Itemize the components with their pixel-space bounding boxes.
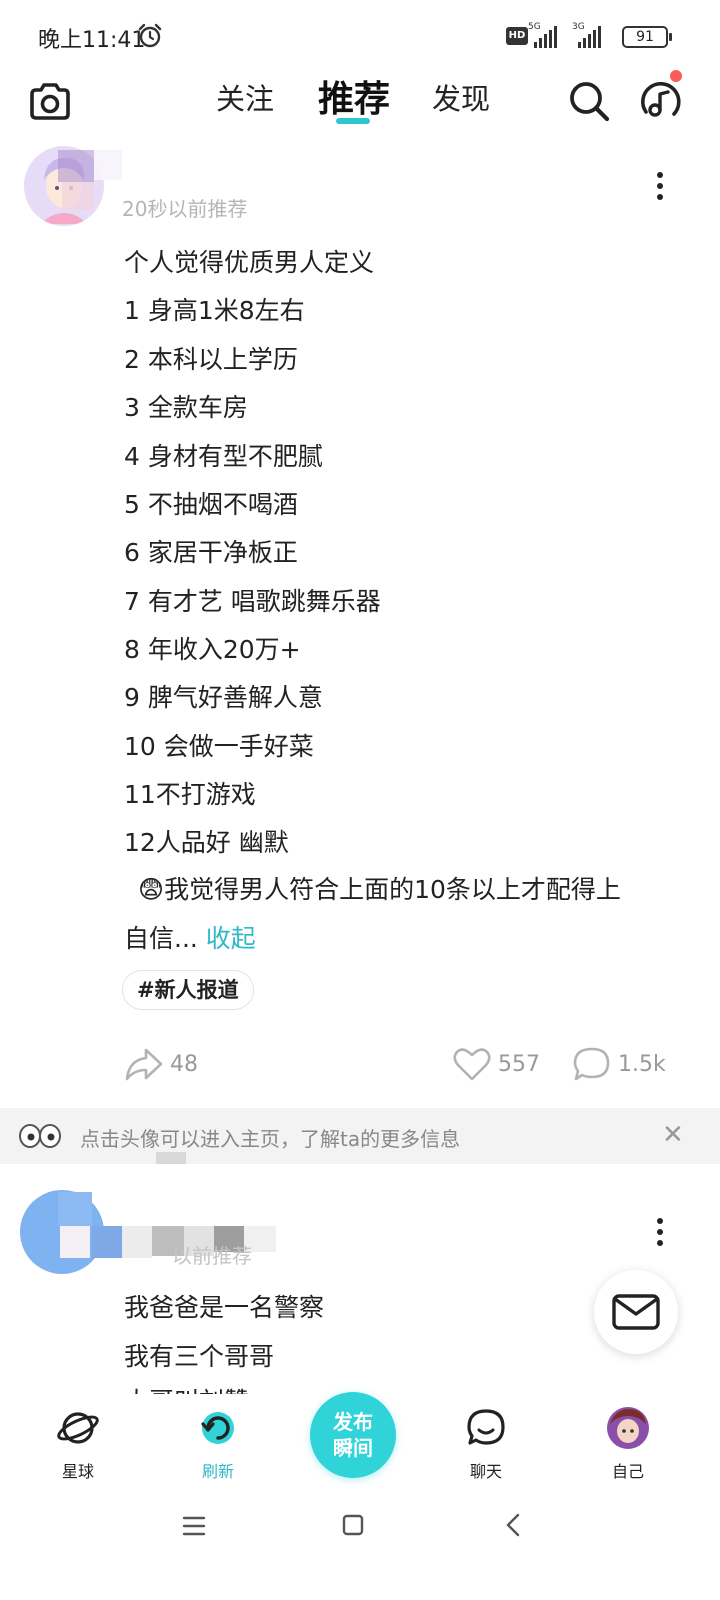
post-text-line: 1 身高1米8左右 [124, 296, 305, 325]
post-text-line: 自信... 收起 [124, 919, 256, 955]
menu-icon[interactable] [180, 1514, 208, 1538]
home-icon[interactable] [340, 1512, 366, 1538]
post2-text-line: 我爸爸是一名警察 [124, 1293, 325, 1322]
camera-icon[interactable] [26, 78, 74, 126]
refresh-icon [201, 1412, 234, 1444]
post-text-line: 2 本科以上学历 [124, 345, 298, 374]
planet-icon [57, 1412, 99, 1444]
post-text-line: 10 会做一手好菜 [124, 732, 314, 761]
notification-dot [670, 70, 682, 82]
post1-more-button[interactable] [646, 166, 674, 206]
mosaic-block [122, 1226, 152, 1258]
share-button[interactable]: 48 [124, 1042, 198, 1086]
publish-label-line2: 瞬间 [333, 1436, 373, 1460]
post-text-line: 8 年收入20万+ [124, 635, 301, 664]
eyes-icon [19, 1124, 61, 1148]
comment-icon [573, 1047, 610, 1081]
hashtag-chip[interactable]: #新人报道 [122, 970, 254, 1010]
post-text-line: 9 脾气好善解人意 [124, 683, 323, 712]
comment-button[interactable]: 1.5k [572, 1042, 666, 1086]
search-icon[interactable] [566, 78, 612, 124]
profile-avatar [607, 1407, 649, 1449]
like-button[interactable]: 557 [452, 1042, 540, 1086]
close-icon[interactable]: ✕ [662, 1120, 684, 1150]
comment-count: 1.5k [618, 1051, 666, 1077]
tab-refresh[interactable]: 刷新 [168, 1394, 268, 1486]
tab-planet[interactable]: 星球 [28, 1394, 128, 1486]
collapse-link[interactable]: 收起 [206, 924, 256, 953]
post-closing-text: 我觉得男人符合上面的10条以上才配得上 [164, 875, 621, 904]
post-text-line: 6 家居干净板正 [124, 538, 298, 567]
fearful-face-emoji: 😨 [138, 875, 165, 904]
like-count: 557 [498, 1051, 540, 1077]
mosaic-block [60, 1226, 90, 1258]
signal-5g-icon: 5G [526, 22, 566, 48]
tip-bar: 点击头像可以进入主页，了解ta的更多信息 ✕ [0, 1108, 720, 1164]
post-text-line: 4 身材有型不肥腻 [124, 442, 323, 471]
status-time: 晚上11:41 [38, 28, 146, 53]
heart-icon [453, 1048, 491, 1081]
post-text-line: 12人品好 幽默 [124, 828, 289, 857]
system-nav-bar [0, 1486, 720, 1600]
post-text-line: 5 不抽烟不喝酒 [124, 490, 298, 519]
post-text-line: 个人觉得优质男人定义 [124, 248, 375, 277]
mosaic-block [94, 150, 122, 180]
screen: 晚上11:41 HD 5G 3G 91 关注 推荐 发现 20秒以前推荐 个人觉… [0, 0, 720, 1600]
mosaic-block [156, 1152, 186, 1164]
post-text-line: 😨我觉得男人符合上面的10条以上才配得上 [138, 870, 621, 906]
post2-text-line: 我有三个哥哥 [124, 1342, 275, 1371]
publish-label-line1: 发布 [333, 1410, 373, 1434]
hd-badge: HD [506, 27, 528, 45]
tab-discover[interactable]: 发现 [432, 76, 490, 118]
share-count: 48 [170, 1051, 198, 1077]
mosaic-block [62, 182, 94, 210]
publish-moment-button[interactable]: 发布 瞬间 [310, 1392, 396, 1478]
back-icon[interactable] [502, 1512, 526, 1538]
tab-profile-label: 自己 [611, 1462, 644, 1481]
top-nav: 关注 推荐 发现 [0, 72, 720, 136]
post-text-line: 11不打游戏 [124, 780, 256, 809]
tab-chat-label: 聊天 [469, 1462, 502, 1481]
post-last-text: 自信... [124, 924, 198, 953]
signal-3g-icon: 3G [570, 22, 614, 48]
battery-icon: 91 [622, 26, 672, 48]
share-icon [125, 1048, 163, 1081]
music-note-icon[interactable] [636, 76, 684, 124]
post2-more-button[interactable] [646, 1212, 674, 1252]
tab-follow[interactable]: 关注 [216, 76, 274, 118]
post-text-line: 3 全款车房 [124, 393, 248, 422]
message-fab[interactable] [594, 1270, 678, 1354]
tip-text: 点击头像可以进入主页，了解ta的更多信息 [80, 1127, 461, 1151]
status-bar: 晚上11:41 HD 5G 3G 91 [0, 0, 720, 72]
tab-recommend[interactable]: 推荐 [318, 70, 390, 122]
mosaic-block [58, 150, 94, 182]
alarm-icon [138, 23, 162, 48]
chat-icon [467, 1409, 505, 1445]
post-text-line: 7 有才艺 唱歌跳舞乐器 [124, 587, 381, 616]
tab-profile[interactable]: 自己 [578, 1394, 678, 1486]
post1-timestamp: 20秒以前推荐 [122, 197, 248, 221]
tab-chat[interactable]: 聊天 [436, 1394, 536, 1486]
active-tab-indicator [336, 118, 370, 124]
tab-refresh-label: 刷新 [201, 1462, 234, 1481]
mosaic-block [92, 1226, 122, 1258]
mail-icon [612, 1294, 660, 1330]
tab-planet-label: 星球 [61, 1462, 94, 1481]
post2-timestamp: 以前推荐 [172, 1244, 252, 1268]
mosaic-block [58, 1192, 92, 1226]
